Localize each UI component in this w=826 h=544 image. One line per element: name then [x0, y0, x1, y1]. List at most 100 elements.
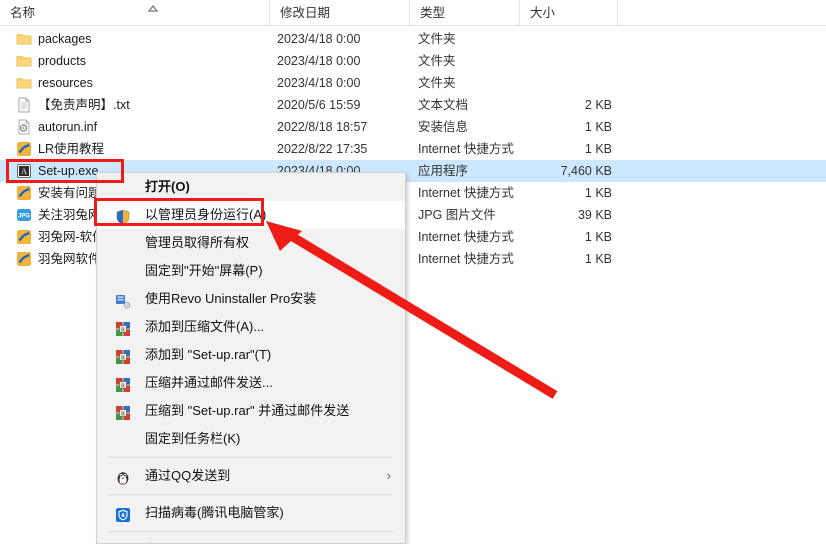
file-row[interactable]: resources 2023/4/18 0:00 文件夹 — [0, 72, 826, 94]
file-name: autorun.inf — [38, 120, 98, 134]
file-row[interactable]: autorun.inf 2022/8/18 18:57 安装信息 1 KB — [0, 116, 826, 138]
file-modified-date: 2020/5/6 15:59 — [277, 98, 361, 112]
winrar-icon: R — [115, 403, 131, 420]
internet-shortcut-icon — [16, 185, 32, 201]
svg-text:A: A — [21, 167, 27, 176]
file-type: 安装信息 — [418, 120, 469, 134]
file-modified-date: 2022/8/18 18:57 — [277, 120, 368, 134]
file-name: 关注羽兔网 — [38, 208, 101, 222]
file-name: 羽兔网-软件 — [38, 230, 105, 244]
header-divider — [0, 25, 826, 26]
file-type: 文件夹 — [418, 54, 456, 68]
file-size — [508, 28, 612, 50]
context-menu-item-label: 添加到 "Set-up.rar"(T) — [145, 347, 272, 362]
file-name: Set-up.exe — [38, 164, 99, 178]
svg-text:R: R — [121, 327, 125, 333]
file-name: packages — [38, 32, 92, 46]
file-size: 1 KB — [584, 120, 612, 134]
file-size: 1 KB — [584, 142, 612, 156]
context-menu-item-label: 通过QQ发送到 — [145, 468, 231, 483]
file-type: 文件夹 — [418, 32, 456, 46]
file-name: resources — [38, 76, 93, 90]
file-size: 1 KB — [584, 186, 612, 200]
winrar-icon: R — [115, 319, 131, 336]
context-menu-item[interactable]: 使用Revo Uninstaller Pro安装 — [97, 285, 405, 313]
svg-text:R: R — [121, 411, 125, 417]
context-menu-item[interactable]: R 压缩到 "Set-up.rar" 并通过邮件发送 — [97, 397, 405, 425]
context-menu-item[interactable]: R 压缩并通过邮件发送... — [97, 369, 405, 397]
internet-shortcut-icon — [16, 141, 32, 157]
column-header-date[interactable]: 修改日期 — [270, 0, 410, 26]
context-menu-item[interactable]: 以管理员身份运行(A) — [97, 201, 405, 229]
context-menu-item-label: 压缩并通过邮件发送... — [145, 375, 273, 390]
folder-icon — [16, 75, 32, 91]
revo-uninstaller-icon — [115, 291, 131, 309]
folder-icon — [16, 31, 32, 47]
file-size: 1 KB — [584, 252, 612, 266]
context-menu[interactable]: 打开(O) 以管理员身份运行(A) 管理员取得所有权 固定到"开始"屏幕(P) 使用Re… — [96, 172, 406, 544]
context-menu-item[interactable]: 通过QQ发送到 › — [97, 462, 405, 490]
context-menu-item[interactable]: 固定到"开始"屏幕(P) — [97, 257, 405, 285]
uac-shield-icon — [115, 207, 131, 225]
file-type: 文件夹 — [418, 76, 456, 90]
file-type: Internet 快捷方式 — [418, 252, 514, 266]
column-header-name[interactable]: 名称 — [0, 0, 270, 26]
setup-information-icon — [16, 119, 32, 135]
file-row[interactable]: LR使用教程 2022/8/22 17:35 Internet 快捷方式 1 KB — [0, 138, 826, 160]
context-menu-separator — [109, 494, 393, 495]
context-menu-item-label: 管理员取得所有权 — [145, 235, 250, 250]
context-menu-separator — [109, 531, 393, 532]
file-modified-date: 2022/8/22 17:35 — [277, 142, 368, 156]
svg-text:R: R — [121, 355, 125, 361]
context-menu-item[interactable]: 扫描病毒(腾讯电脑管家) — [97, 499, 405, 527]
file-size: 39 KB — [577, 208, 612, 222]
context-menu-item[interactable]: 管理员取得所有权 — [97, 229, 405, 257]
internet-shortcut-icon — [16, 251, 32, 267]
context-menu-item-label: 打开(O) — [145, 179, 190, 194]
context-menu-item-label: 固定到"开始"屏幕(P) — [145, 263, 263, 278]
file-type: Internet 快捷方式 — [418, 186, 514, 200]
column-header-bar: 名称 修改日期 类型 大小 — [0, 0, 826, 26]
context-menu-item-label: 扫描病毒(腾讯电脑管家) — [145, 505, 284, 520]
context-menu-separator — [109, 457, 393, 458]
file-modified-date: 2023/4/18 0:00 — [277, 32, 361, 46]
qq-icon — [115, 468, 131, 485]
file-size: 7,460 KB — [560, 164, 612, 178]
context-menu-item[interactable]: R 添加到 "Set-up.rar"(T) — [97, 341, 405, 369]
file-size — [508, 72, 612, 94]
file-size — [508, 50, 612, 72]
submenu-chevron-icon: › — [387, 536, 391, 543]
context-menu-item-label: 使用Revo Uninstaller Pro安装 — [145, 291, 317, 306]
file-type: 文本文档 — [418, 98, 469, 112]
column-header-type[interactable]: 类型 — [410, 0, 520, 26]
svg-text:JPG: JPG — [18, 214, 30, 220]
file-row[interactable]: 【免责声明】.txt 2020/5/6 15:59 文本文档 2 KB — [0, 94, 826, 116]
file-row[interactable]: packages 2023/4/18 0:00 文件夹 — [0, 28, 826, 50]
text-file-icon — [16, 97, 32, 113]
file-name: 【免责声明】.txt — [38, 98, 130, 112]
context-menu-item-label: 添加到压缩文件(A)... — [145, 319, 265, 334]
context-menu-item[interactable]: R 添加到压缩文件(A)... — [97, 313, 405, 341]
context-menu-item-label: 以管理员身份运行(A) — [145, 207, 267, 222]
file-size: 1 KB — [584, 230, 612, 244]
file-row[interactable]: products 2023/4/18 0:00 文件夹 — [0, 50, 826, 72]
context-menu-item-label: 压缩到 "Set-up.rar" 并通过邮件发送 — [145, 403, 350, 418]
file-type: Internet 快捷方式 — [418, 142, 514, 156]
context-menu-item[interactable]: 固定到任务栏(K) — [97, 425, 405, 453]
context-menu-item[interactable]: 打开(O) — [97, 173, 405, 201]
folder-icon — [16, 53, 32, 69]
file-size: 2 KB — [584, 98, 612, 112]
winrar-icon: R — [115, 347, 131, 364]
file-type: 应用程序 — [418, 164, 469, 178]
file-modified-date: 2023/4/18 0:00 — [277, 76, 361, 90]
svg-text:R: R — [121, 383, 125, 389]
context-menu-item-label: 固定到任务栏(K) — [145, 431, 241, 446]
winrar-icon: R — [115, 375, 131, 392]
column-header-size[interactable]: 大小 — [520, 0, 618, 26]
explorer-window: 名称 修改日期 类型 大小 packages 2023/4/18 0:00 文件夹 p… — [0, 0, 826, 544]
file-name: products — [38, 54, 86, 68]
context-menu-item[interactable]: 发送到(N)› — [97, 536, 405, 543]
submenu-chevron-icon: › — [386, 468, 391, 483]
internet-shortcut-icon — [16, 229, 32, 245]
file-name: 羽兔网软件 — [38, 252, 101, 266]
